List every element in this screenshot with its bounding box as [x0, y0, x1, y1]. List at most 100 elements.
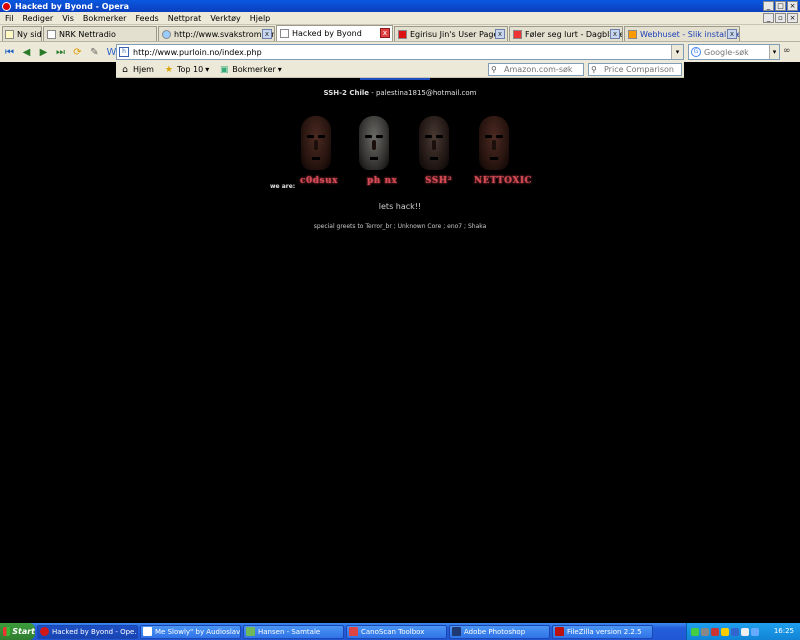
- mask-image-1: [295, 116, 337, 176]
- top10-button[interactable]: ★ Top 10 ▾: [164, 65, 209, 75]
- menu-edit[interactable]: Rediger: [22, 14, 53, 23]
- tab-bar: Ny side NRK Nettradio http://www.svakstr…: [0, 25, 800, 42]
- minimize-button[interactable]: _: [763, 1, 774, 11]
- contact-email: - palestina1815@hotmail.com: [369, 89, 477, 97]
- taskbar-item-msn[interactable]: Hansen - Samtale: [243, 624, 344, 639]
- menu-tools[interactable]: Verktøy: [210, 14, 240, 23]
- fast-forward-icon[interactable]: ⏭: [53, 45, 68, 60]
- taskbar-item-filezilla[interactable]: FileZilla version 2.2.5: [552, 624, 653, 639]
- task-label: Adobe Photoshop: [464, 627, 526, 636]
- tab-nrk[interactable]: NRK Nettradio: [43, 26, 157, 41]
- google-search-field[interactable]: G ▾: [688, 44, 780, 60]
- tray-icon[interactable]: [701, 627, 709, 636]
- tab-webhuset[interactable]: Webhuset - Slik installerer ... x: [624, 26, 740, 41]
- tray-icon[interactable]: [721, 627, 729, 636]
- header-line: SSH-2 Chile - palestina1815@hotmail.com: [0, 89, 800, 97]
- page-close-button[interactable]: ×: [787, 13, 798, 23]
- lastfm-icon: [398, 29, 407, 39]
- start-button[interactable]: Start: [0, 623, 35, 640]
- bookmark-icon: ▣: [219, 64, 229, 75]
- volume-icon[interactable]: [741, 627, 749, 636]
- menu-file[interactable]: Fil: [5, 14, 13, 23]
- photoshop-icon: [452, 627, 461, 636]
- zoom-icon[interactable]: ∞: [783, 46, 797, 58]
- home-button[interactable]: ⌂ Hjem: [120, 65, 154, 75]
- clock: 16:25: [773, 627, 794, 635]
- page-icon: [5, 29, 14, 39]
- close-tab-icon[interactable]: x: [262, 29, 272, 39]
- navigation-bar: ⏮ ◀ ▶ ⏭ ⟳ ✎ W h http://www.purloin.no/in…: [0, 42, 800, 62]
- we-are-label: we are:: [270, 183, 296, 190]
- member-name: SSH²: [425, 176, 453, 186]
- maximize-button[interactable]: □: [775, 1, 786, 11]
- system-tray: 16:25: [686, 623, 800, 640]
- address-bar[interactable]: h http://www.purloin.no/index.php ▾: [116, 44, 684, 60]
- search-icon: ⚲: [591, 65, 597, 74]
- page-restore-button[interactable]: ▫: [775, 13, 786, 23]
- filezilla-icon: [555, 627, 564, 636]
- taskbar-item-canoscan[interactable]: CanoScan Toolbox: [346, 624, 447, 639]
- forward-icon[interactable]: ▶: [36, 45, 51, 60]
- close-tab-icon[interactable]: x: [380, 28, 390, 38]
- star-icon: ★: [164, 64, 173, 75]
- tab-lastfm[interactable]: Egirisu Jin's User Page - Las... x: [394, 26, 508, 41]
- rewind-icon[interactable]: ⏮: [2, 45, 17, 60]
- taskbar: Start Hacked by Byond - Ope... Me Slowly…: [0, 623, 800, 640]
- tray-icon[interactable]: [711, 627, 719, 636]
- opera-icon[interactable]: [2, 1, 11, 11]
- member-name: NETTOXIC: [474, 176, 533, 186]
- tray-icon[interactable]: [731, 627, 739, 636]
- tab-svakstrom[interactable]: http://www.svakstromnor... x: [158, 26, 275, 41]
- menu-help[interactable]: Hjelp: [250, 14, 270, 23]
- music-icon: [143, 627, 152, 636]
- mask-image-4: [473, 116, 515, 176]
- menu-feeds[interactable]: Feeds: [135, 14, 158, 23]
- menu-view[interactable]: Vis: [62, 14, 74, 23]
- window-controls: _ □ ×: [763, 1, 798, 11]
- taskbar-item-photoshop[interactable]: Adobe Photoshop: [449, 624, 550, 639]
- bookmarks-button[interactable]: ▣ Bokmerker ▾: [219, 65, 282, 75]
- tab-new-page[interactable]: Ny side: [2, 26, 42, 41]
- tab-label: Webhuset - Slik installerer ...: [640, 29, 739, 39]
- top-banner-fragment: [360, 78, 430, 80]
- price-search-field[interactable]: ⚲: [588, 63, 682, 76]
- address-url[interactable]: http://www.purloin.no/index.php: [133, 48, 262, 57]
- windows-logo-icon: [3, 627, 11, 636]
- mask-image-2: [353, 116, 395, 176]
- tray-icon[interactable]: [691, 627, 699, 636]
- home-icon: ⌂: [122, 64, 128, 75]
- task-label: CanoScan Toolbox: [361, 627, 425, 636]
- network-icon[interactable]: [751, 627, 759, 636]
- google-search-input[interactable]: [704, 47, 768, 57]
- task-label: Me Slowly" by Audioslav...: [155, 627, 241, 636]
- tab-dagbladet[interactable]: Føler seg lurt - Dagblade... x: [509, 26, 623, 41]
- menu-bookmarks[interactable]: Bokmerker: [83, 14, 127, 23]
- search-dropdown-icon[interactable]: ▾: [769, 45, 779, 59]
- msn-icon: [246, 627, 255, 636]
- taskbar-item-opera[interactable]: Hacked by Byond - Ope...: [37, 624, 138, 639]
- lets-hack-text: lets hack!!: [378, 202, 422, 211]
- home-label: Hjem: [133, 65, 154, 74]
- amazon-search-field[interactable]: ⚲: [488, 63, 584, 76]
- member-name: ph nx: [367, 176, 398, 186]
- menu-chat[interactable]: Nettprat: [168, 14, 202, 23]
- page-window-controls: _ ▫ ×: [763, 13, 798, 23]
- task-label: Hansen - Samtale: [258, 627, 321, 636]
- page-minimize-button[interactable]: _: [763, 13, 774, 23]
- amazon-search-input[interactable]: [504, 65, 574, 74]
- tab-label: Hacked by Byond: [292, 29, 362, 38]
- price-search-input[interactable]: [604, 65, 674, 74]
- taskbar-item-music[interactable]: Me Slowly" by Audioslav...: [140, 624, 241, 639]
- back-icon[interactable]: ◀: [19, 45, 34, 60]
- tab-hacked-by-byond[interactable]: Hacked by Byond x: [276, 25, 393, 41]
- address-dropdown-icon[interactable]: ▾: [671, 45, 683, 59]
- edit-icon[interactable]: ✎: [87, 45, 102, 60]
- close-tab-icon[interactable]: x: [610, 29, 620, 39]
- tab-label: Føler seg lurt - Dagblade...: [525, 29, 623, 39]
- top10-label: Top 10: [176, 65, 204, 74]
- close-button[interactable]: ×: [787, 1, 798, 11]
- reload-icon[interactable]: ⟳: [70, 45, 85, 60]
- close-tab-icon[interactable]: x: [495, 29, 505, 39]
- globe-icon: [162, 29, 171, 39]
- close-tab-icon[interactable]: x: [727, 29, 737, 39]
